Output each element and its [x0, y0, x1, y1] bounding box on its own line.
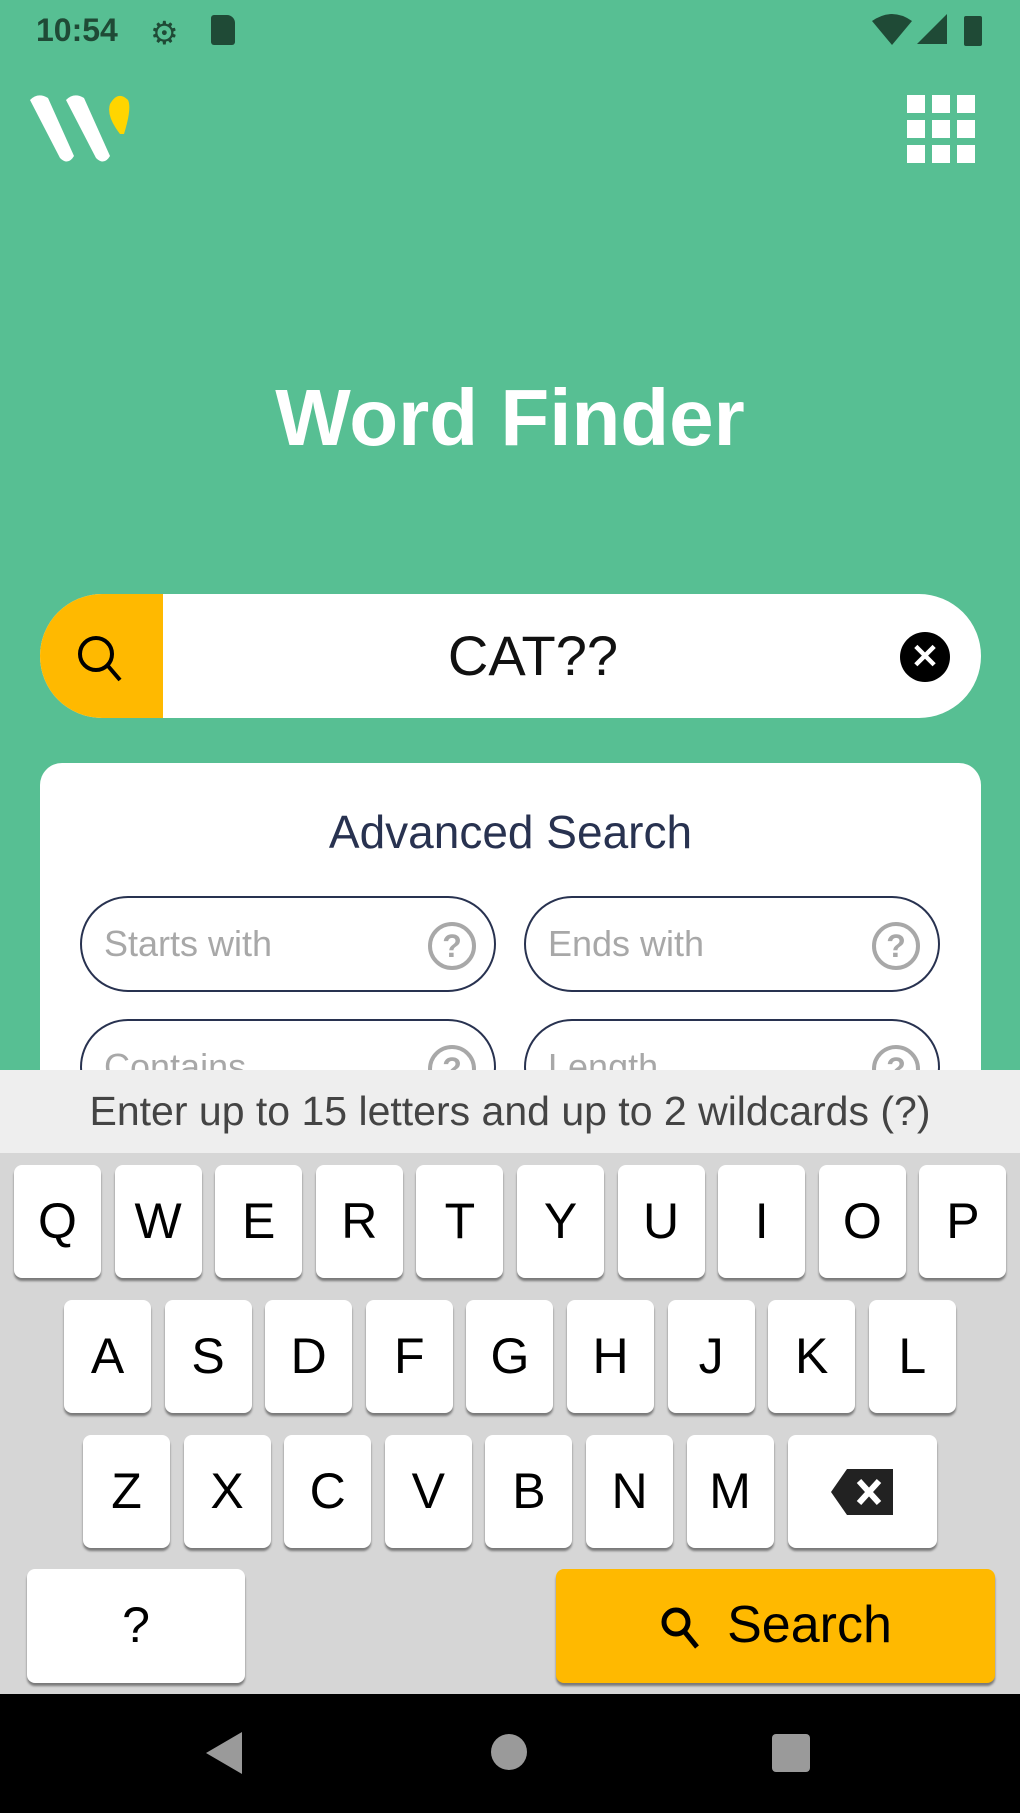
search-icon	[78, 636, 122, 682]
key-j[interactable]: J	[667, 1300, 755, 1413]
key-q[interactable]: Q	[14, 1165, 101, 1278]
key-p[interactable]: P	[919, 1165, 1007, 1278]
keyboard: QWERTYUIOP ASDFGHJKL ZXCVBNM ? Search	[0, 1153, 1020, 1694]
key-l[interactable]: L	[868, 1300, 956, 1413]
key-h[interactable]: H	[567, 1300, 654, 1413]
settings-icon: ⚙	[150, 15, 179, 51]
key-s[interactable]: S	[164, 1300, 252, 1413]
close-circle-icon[interactable]: ✕	[900, 632, 950, 682]
search-key-label: Search	[727, 1596, 892, 1654]
ends-with-field[interactable]: Ends with?	[524, 896, 940, 992]
home-icon[interactable]	[491, 1734, 527, 1770]
key-w[interactable]: W	[114, 1165, 202, 1278]
apps-grid-icon[interactable]	[907, 95, 975, 163]
key-c[interactable]: C	[284, 1435, 372, 1548]
wildcard-key[interactable]: ?	[27, 1569, 245, 1683]
back-icon[interactable]	[206, 1732, 246, 1774]
page-title: Word Finder	[275, 373, 745, 462]
key-i[interactable]: I	[718, 1165, 806, 1278]
search-icon	[661, 1607, 700, 1649]
wifi-icon	[872, 14, 912, 45]
advanced-search-title: Advanced Search	[328, 806, 693, 858]
key-v[interactable]: V	[384, 1435, 472, 1548]
status-bar: 10:54 ⚙	[0, 0, 1020, 58]
help-icon[interactable]: ?	[428, 922, 476, 970]
recents-icon[interactable]	[772, 1734, 810, 1772]
clock: 10:54	[36, 12, 118, 48]
key-f[interactable]: F	[365, 1300, 453, 1413]
key-n[interactable]: N	[586, 1435, 673, 1548]
signal-icon	[917, 14, 947, 44]
navigation-bar	[0, 1694, 1020, 1813]
key-u[interactable]: U	[617, 1165, 705, 1278]
backspace-key[interactable]	[788, 1435, 937, 1548]
key-k[interactable]: K	[768, 1300, 856, 1413]
search-button[interactable]	[40, 594, 163, 718]
search-bar[interactable]: CAT?? ✕	[40, 594, 981, 718]
sd-card-icon	[211, 15, 235, 45]
key-b[interactable]: B	[485, 1435, 573, 1548]
key-y[interactable]: Y	[517, 1165, 604, 1278]
key-r[interactable]: R	[315, 1165, 403, 1278]
backspace-icon	[830, 1469, 893, 1515]
key-o[interactable]: O	[818, 1165, 906, 1278]
key-z[interactable]: Z	[83, 1435, 170, 1548]
battery-icon	[964, 16, 982, 46]
search-input[interactable]: CAT??	[163, 594, 903, 718]
starts-with-placeholder: Starts with	[104, 923, 273, 964]
key-t[interactable]: T	[416, 1165, 504, 1278]
key-e[interactable]: E	[215, 1165, 303, 1278]
key-d[interactable]: D	[265, 1300, 353, 1413]
ends-with-placeholder: Ends with	[548, 923, 705, 964]
search-key[interactable]: Search	[556, 1569, 995, 1683]
key-a[interactable]: A	[64, 1300, 151, 1413]
help-icon[interactable]: ?	[872, 922, 920, 970]
starts-with-field[interactable]: Starts with?	[80, 896, 496, 992]
app-logo	[30, 95, 130, 162]
key-g[interactable]: G	[466, 1300, 554, 1413]
key-m[interactable]: M	[686, 1435, 774, 1548]
keyboard-hint: Enter up to 15 letters and up to 2 wildc…	[0, 1070, 1020, 1153]
key-x[interactable]: X	[183, 1435, 271, 1548]
